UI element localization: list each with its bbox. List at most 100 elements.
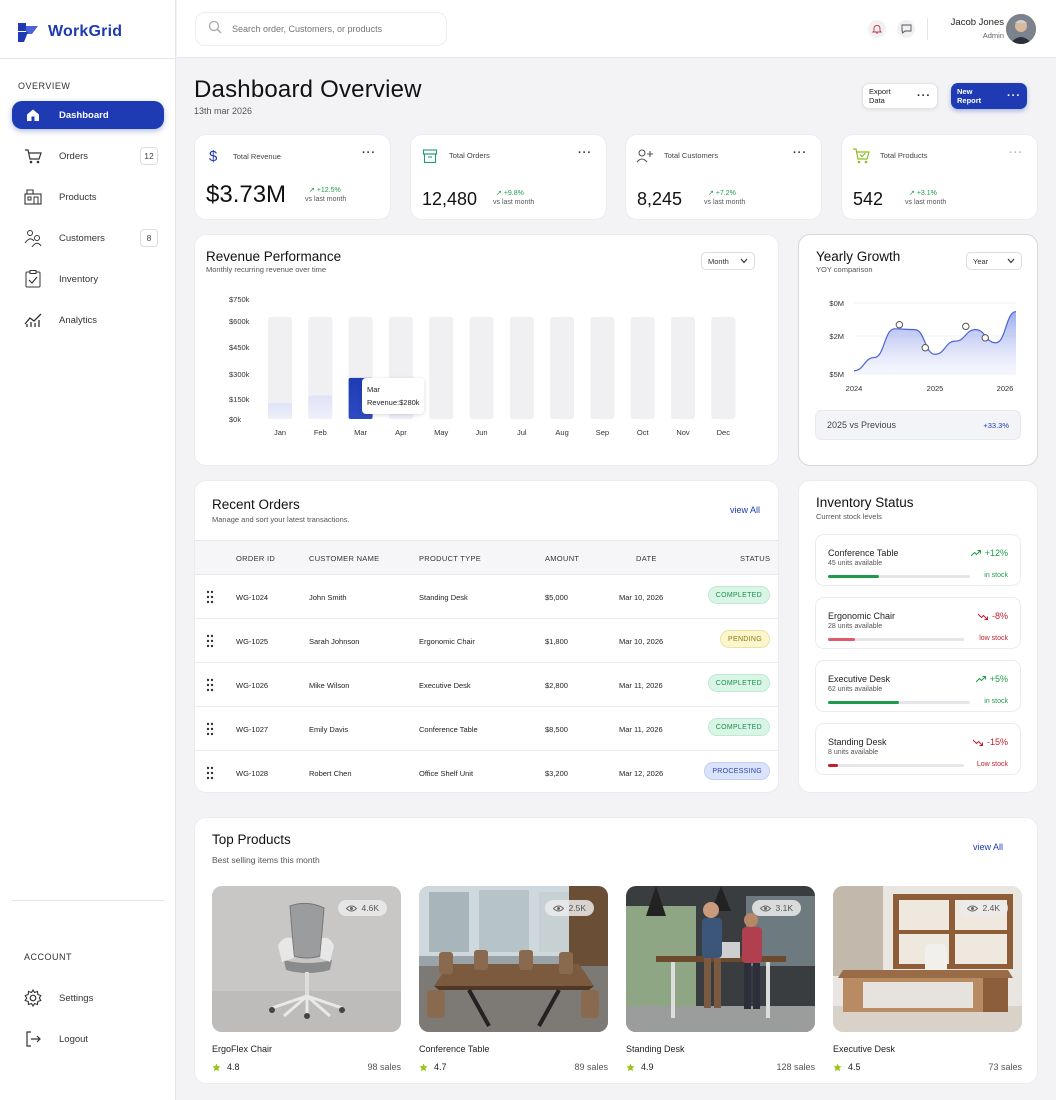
sidebar-item-logout[interactable]: Logout (12, 1025, 164, 1053)
inventory-item[interactable]: Ergonomic Chair 28 units available -8% low … (815, 597, 1021, 649)
product-views-count: 2.5K (568, 903, 587, 913)
inventory-item[interactable]: Executive Desk 62 units available +5% in st… (815, 660, 1021, 712)
sidebar-item-analytics[interactable]: Analytics (12, 306, 164, 334)
star-icon (626, 1062, 635, 1071)
sidebar-item-customers[interactable]: Customers 8 (12, 224, 164, 252)
drag-handle-icon[interactable] (205, 722, 215, 736)
growth-compare-label: 2025 vs Previous (827, 420, 897, 430)
search-input[interactable] (232, 24, 432, 34)
stock-level-bar (828, 701, 970, 704)
inventory-change-value: -8% (991, 611, 1008, 621)
x-tick-label: Sep (596, 428, 609, 437)
bar-background (429, 317, 454, 419)
product-card[interactable]: 3.1K Standing Desk 4.9 128 sales (626, 886, 815, 1072)
inventory-item-name: Executive Desk (828, 674, 891, 684)
search-icon (208, 20, 222, 39)
notification-bell-icon[interactable] (868, 20, 886, 38)
sidebar-item-label: Settings (59, 992, 94, 1004)
sidebar-item-orders[interactable]: Orders 12 (12, 142, 164, 170)
bar-background (509, 317, 534, 419)
product-type: Office Shelf Unit (419, 769, 474, 778)
stat-label: Total Customers (664, 151, 719, 160)
drag-handle-icon[interactable] (205, 590, 215, 604)
revenue-tooltip: Mar Revenue:$280k (362, 378, 424, 414)
product-views-count: 3.1K (775, 903, 794, 913)
customer-name: John Smith (309, 593, 347, 602)
product-views-count: 4.6K (361, 903, 380, 913)
brand-name: WorkGrid (48, 23, 123, 40)
user-role: Admin (982, 31, 1004, 40)
inventory-subtitle: Current stock levels (816, 512, 882, 521)
column-header[interactable]: CUSTOMER NAME (309, 554, 379, 563)
stat-change-value: +12.5% (316, 187, 341, 194)
revenue-bar[interactable] (268, 402, 292, 419)
product-card[interactable]: 2.5K Conference Table 4.7 89 sales (419, 886, 608, 1072)
box-icon (421, 147, 439, 165)
products-view-all-link[interactable]: view All (973, 842, 1003, 852)
sidebar-item-dashboard[interactable]: Dashboard (12, 101, 164, 129)
table-row[interactable]: WG-1028 Robert Chen Office Shelf Unit $3,20… (195, 751, 778, 792)
stat-vs: vs last month (905, 199, 947, 206)
growth-point[interactable] (921, 344, 929, 352)
export-data-button[interactable]: Export Data ··· (862, 83, 938, 109)
inventory-change: +5% (975, 674, 1008, 684)
product-rating-value: 4.9 (641, 1062, 654, 1072)
sidebar-item-label: Products (59, 191, 97, 203)
search-box[interactable] (195, 12, 447, 46)
inventory-item[interactable]: Conference Table 45 units available +12% in… (815, 534, 1021, 586)
product-image[interactable]: 2.5K (419, 886, 608, 1032)
column-header[interactable]: STATUS (740, 554, 770, 563)
stat-value: 8,245 (637, 189, 683, 209)
product-image[interactable]: 3.1K (626, 886, 815, 1032)
status-badge: COMPLETED (707, 718, 770, 736)
product-card[interactable]: 4.6K ErgoFlex Chair 4.8 98 sales (212, 886, 401, 1072)
stat-card-orders: Total Orders ··· 12,480 ↗ +9.8% vs last … (410, 134, 607, 220)
product-image[interactable]: 4.6K (212, 886, 401, 1032)
table-row[interactable]: WG-1024 John Smith Standing Desk $5,000 Mar … (195, 575, 778, 619)
stat-menu-button[interactable]: ··· (578, 147, 592, 159)
column-header[interactable]: AMOUNT (545, 554, 579, 563)
user-avatar[interactable] (1006, 14, 1036, 44)
star-icon (833, 1062, 842, 1071)
drag-handle-icon[interactable] (205, 678, 215, 692)
stat-menu-button[interactable]: ··· (1009, 147, 1023, 159)
stat-menu-button[interactable]: ··· (362, 147, 376, 159)
table-row[interactable]: WG-1025 Sarah Johnson Ergonomic Chair $1,80… (195, 619, 778, 663)
growth-point[interactable] (981, 334, 989, 342)
growth-point[interactable] (895, 321, 904, 329)
cart-check-icon (852, 147, 870, 165)
brand-logo[interactable]: WorkGrid (16, 20, 122, 44)
x-tick-label: 2026 (997, 384, 1014, 393)
order-id: WG-1025 (236, 637, 269, 646)
drag-handle-icon[interactable] (205, 766, 215, 780)
orders-count-badge: 12 (140, 147, 158, 165)
inventory-item-units: 45 units available (828, 560, 883, 567)
stat-menu-button[interactable]: ··· (793, 147, 807, 159)
product-image[interactable]: 2.4K (833, 886, 1022, 1032)
x-tick-label: Jan (274, 428, 286, 437)
product-rating-value: 4.5 (848, 1062, 861, 1072)
revenue-bar[interactable] (308, 395, 333, 419)
drag-handle-icon[interactable] (205, 634, 215, 648)
table-row[interactable]: WG-1026 Mike Wilson Executive Desk $2,800 Ma… (195, 663, 778, 707)
order-id: WG-1026 (236, 681, 269, 690)
inventory-item[interactable]: Standing Desk 8 units available -15% Low st… (815, 723, 1021, 775)
column-header[interactable]: PRODUCT TYPE (419, 554, 481, 563)
product-card[interactable]: 2.4K Executive Desk 4.5 73 sales (833, 886, 1022, 1072)
status-badge: PROCESSING (704, 762, 770, 780)
table-row[interactable]: WG-1027 Emily Davis Conference Table $8,500… (195, 707, 778, 751)
y-tick-label: $450k (229, 343, 250, 352)
customer-name: Mike Wilson (309, 681, 350, 690)
new-report-button[interactable]: New Report ··· (951, 83, 1027, 109)
column-header[interactable]: ORDER ID (236, 554, 275, 563)
product-sales: 73 sales (988, 1062, 1022, 1072)
growth-point[interactable] (962, 322, 970, 331)
analytics-icon (24, 311, 42, 329)
column-header[interactable]: DATE (636, 554, 657, 563)
order-date: Mar 11, 2026 (619, 725, 663, 734)
sidebar-item-products[interactable]: Products (12, 183, 164, 211)
sidebar-item-settings[interactable]: Settings (12, 984, 164, 1012)
sidebar-item-inventory[interactable]: Inventory (12, 265, 164, 293)
messages-icon[interactable] (897, 20, 915, 38)
orders-view-all-link[interactable]: view All (730, 505, 760, 515)
